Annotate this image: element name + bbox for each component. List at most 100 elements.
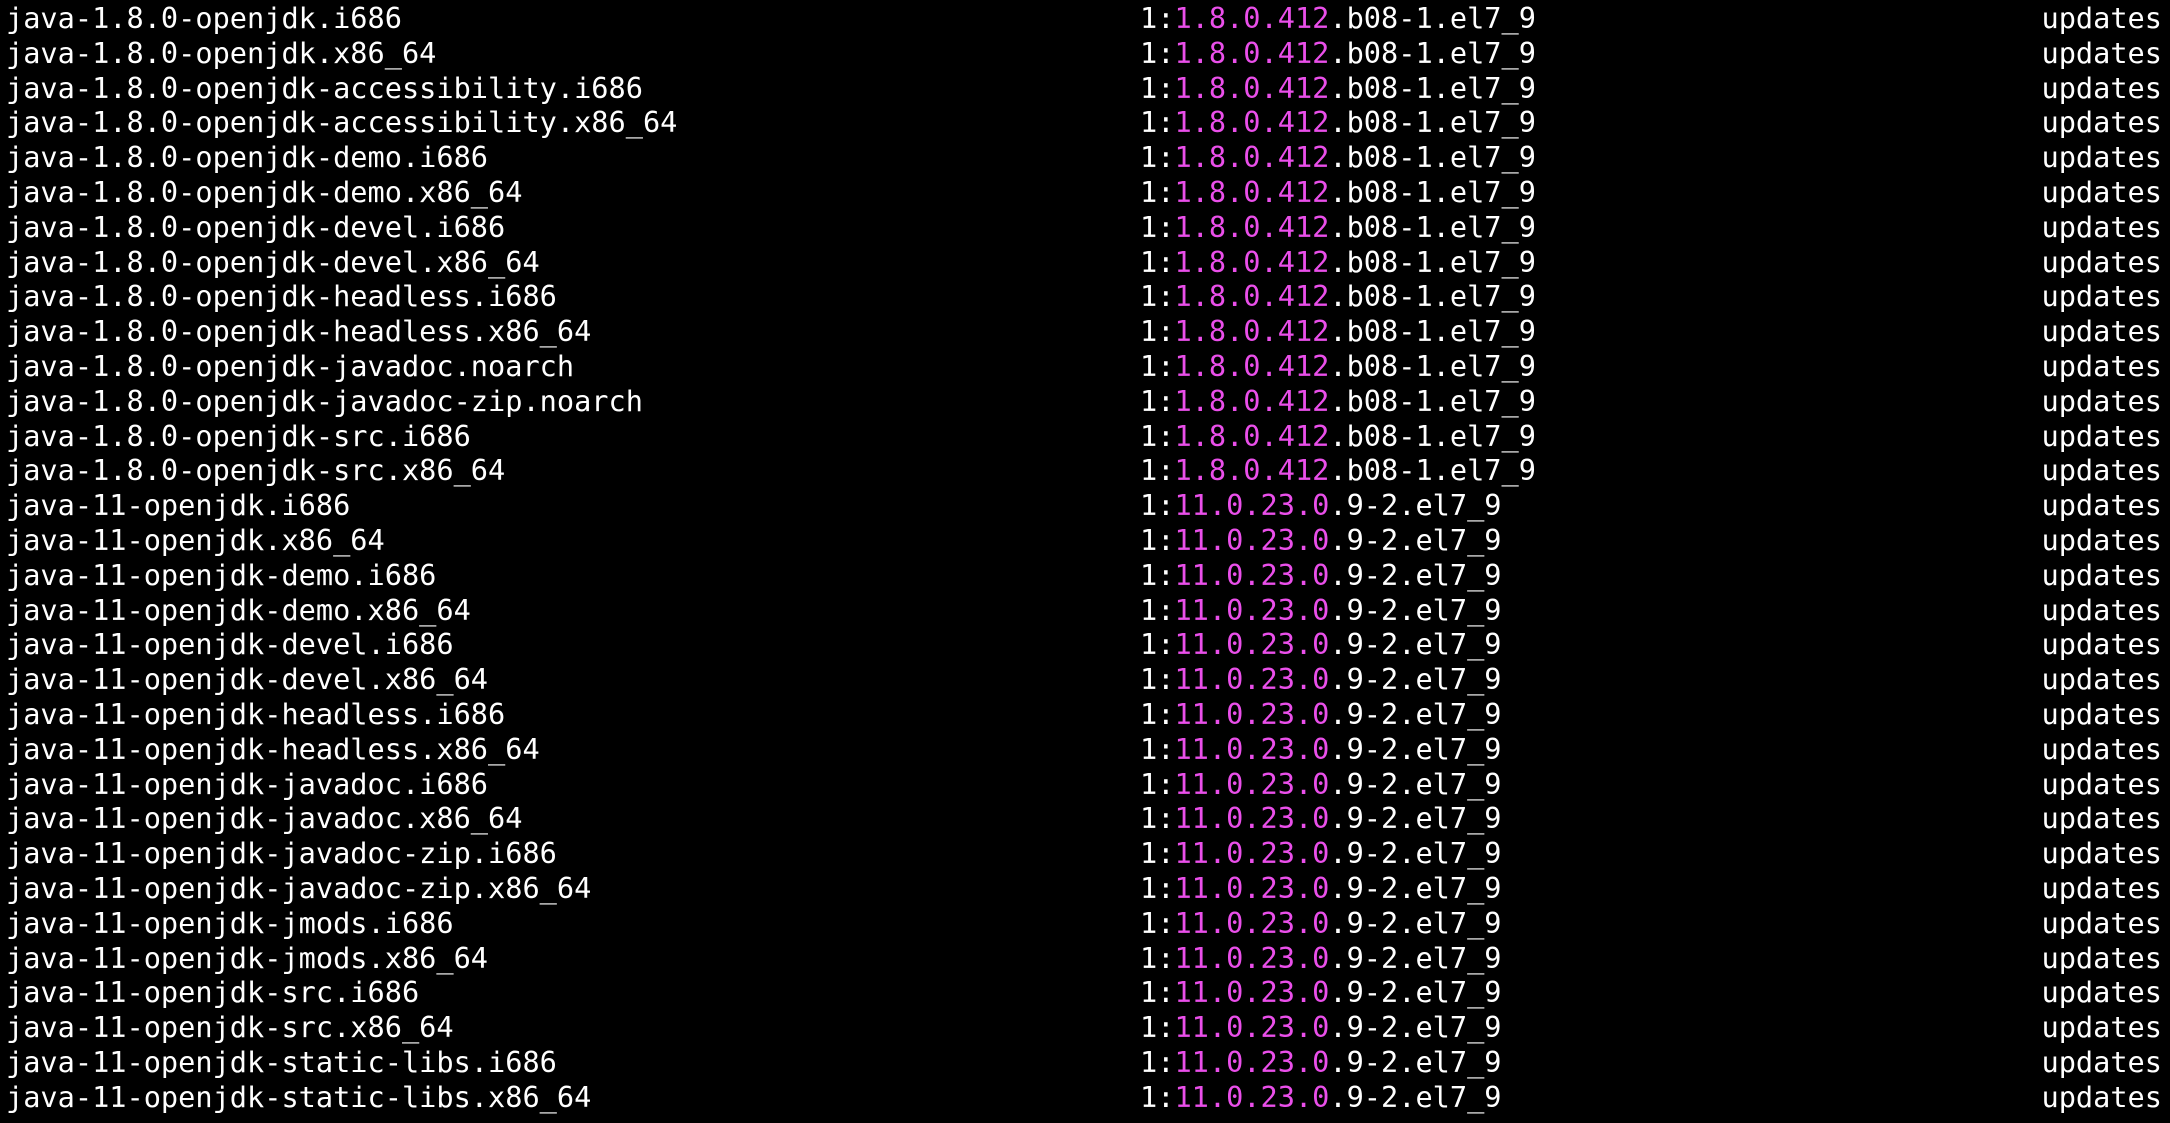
package-repo: updates xyxy=(2041,174,2162,209)
package-version: 1:11.0.23.0.9-2.el7_9 xyxy=(1140,697,1502,732)
version-release: .b08-1.el7_9 xyxy=(1329,174,1536,209)
package-row: java-11-openjdk-src.i686 1:11.0.23.0.9-2.… xyxy=(0,975,2170,1010)
version-epoch: 1: xyxy=(1140,592,1175,627)
package-name: java-11-openjdk-javadoc.i686 xyxy=(6,766,489,801)
package-repo: updates xyxy=(2041,209,2162,244)
package-row: java-1.8.0-openjdk-devel.x86_64 1:1.8.0.4… xyxy=(0,245,2170,280)
terminal-output: java-1.8.0-openjdk.i686 1:1.8.0.412.b08-1… xyxy=(0,0,2170,1123)
package-repo: updates xyxy=(2041,870,2162,905)
package-version: 1:1.8.0.412.b08-1.el7_9 xyxy=(1140,1,1536,36)
version-highlight: 11.0.23.0 xyxy=(1174,870,1330,905)
package-version: 1:11.0.23.0.9-2.el7_9 xyxy=(1140,941,1502,976)
version-release: .b08-1.el7_9 xyxy=(1329,279,1536,314)
version-epoch: 1: xyxy=(1140,70,1175,105)
package-name: java-11-openjdk-static-libs.i686 xyxy=(6,1044,557,1079)
package-name: java-1.8.0-openjdk-javadoc.noarch xyxy=(6,348,575,383)
package-name: java-11-openjdk-javadoc-zip.x86_64 xyxy=(6,870,592,905)
version-release: .9-2.el7_9 xyxy=(1329,522,1502,557)
version-epoch: 1: xyxy=(1140,174,1175,209)
package-row: java-1.8.0-openjdk-demo.i686 1:1.8.0.412.… xyxy=(0,140,2170,175)
package-row: java-11-openjdk-src.x86_64 1:11.0.23.0.9-… xyxy=(0,1010,2170,1045)
package-repo: updates xyxy=(2041,279,2162,314)
version-highlight: 1.8.0.412 xyxy=(1174,383,1330,418)
version-release: .9-2.el7_9 xyxy=(1329,766,1502,801)
package-name: java-11-openjdk-javadoc.x86_64 xyxy=(6,801,523,836)
package-version: 1:11.0.23.0.9-2.el7_9 xyxy=(1140,975,1502,1010)
version-highlight: 11.0.23.0 xyxy=(1174,1079,1330,1114)
version-epoch: 1: xyxy=(1140,870,1175,905)
package-row: java-1.8.0-openjdk-javadoc.noarch 1:1.8.0… xyxy=(0,349,2170,384)
version-highlight: 1.8.0.412 xyxy=(1174,105,1330,140)
package-repo: updates xyxy=(2041,348,2162,383)
package-name: java-11-openjdk-src.x86_64 xyxy=(6,1010,454,1045)
version-release: .9-2.el7_9 xyxy=(1329,1010,1502,1045)
version-highlight: 11.0.23.0 xyxy=(1174,766,1330,801)
package-row: java-11-openjdk.x86_64 1:11.0.23.0.9-2.el… xyxy=(0,523,2170,558)
package-version: 1:11.0.23.0.9-2.el7_9 xyxy=(1140,558,1502,593)
package-name: java-11-openjdk-demo.x86_64 xyxy=(6,592,471,627)
package-repo: updates xyxy=(2041,105,2162,140)
version-release: .b08-1.el7_9 xyxy=(1329,209,1536,244)
version-epoch: 1: xyxy=(1140,209,1175,244)
package-name: java-11-openjdk.x86_64 xyxy=(6,522,385,557)
version-epoch: 1: xyxy=(1140,836,1175,871)
package-version: 1:1.8.0.412.b08-1.el7_9 xyxy=(1140,175,1536,210)
package-row: java-11-openjdk-static-libs.i686 1:11.0.2… xyxy=(0,1045,2170,1080)
package-row: java-1.8.0-openjdk-accessibility.x86_64 1… xyxy=(0,105,2170,140)
package-row: java-11-openjdk-javadoc.x86_64 1:11.0.23.… xyxy=(0,801,2170,836)
version-release: .9-2.el7_9 xyxy=(1329,696,1502,731)
version-release: .b08-1.el7_9 xyxy=(1329,140,1536,175)
package-repo: updates xyxy=(2041,557,2162,592)
package-version: 1:1.8.0.412.b08-1.el7_9 xyxy=(1140,71,1536,106)
version-highlight: 11.0.23.0 xyxy=(1174,522,1330,557)
package-row: java-11-openjdk-javadoc-zip.x86_64 1:11.0… xyxy=(0,871,2170,906)
package-repo: updates xyxy=(2041,766,2162,801)
package-repo: updates xyxy=(2041,592,2162,627)
version-release: .b08-1.el7_9 xyxy=(1329,418,1536,453)
version-epoch: 1: xyxy=(1140,1010,1175,1045)
package-name: java-1.8.0-openjdk-headless.x86_64 xyxy=(6,314,592,349)
package-repo: updates xyxy=(2041,418,2162,453)
package-repo: updates xyxy=(2041,453,2162,488)
package-version: 1:11.0.23.0.9-2.el7_9 xyxy=(1140,871,1502,906)
package-repo: updates xyxy=(2041,488,2162,523)
package-row: java-11-openjdk-javadoc-zip.i686 1:11.0.2… xyxy=(0,836,2170,871)
package-row: java-1.8.0-openjdk-javadoc-zip.noarch 1:1… xyxy=(0,384,2170,419)
version-epoch: 1: xyxy=(1140,453,1175,488)
version-highlight: 1.8.0.412 xyxy=(1174,174,1330,209)
version-release: .9-2.el7_9 xyxy=(1329,836,1502,871)
package-list: java-1.8.0-openjdk.i686 1:1.8.0.412.b08-1… xyxy=(0,1,2170,1115)
package-name: java-1.8.0-openjdk-src.i686 xyxy=(6,418,471,453)
version-epoch: 1: xyxy=(1140,244,1175,279)
version-release: .9-2.el7_9 xyxy=(1329,731,1502,766)
package-name: java-1.8.0-openjdk.i686 xyxy=(6,1,402,35)
package-version: 1:1.8.0.412.b08-1.el7_9 xyxy=(1140,279,1536,314)
package-name: java-11-openjdk-demo.i686 xyxy=(6,557,437,592)
version-highlight: 1.8.0.412 xyxy=(1174,279,1330,314)
package-repo: updates xyxy=(2041,35,2162,70)
package-name: java-1.8.0-openjdk-devel.i686 xyxy=(6,209,506,244)
package-row: java-1.8.0-openjdk-demo.x86_64 1:1.8.0.41… xyxy=(0,175,2170,210)
package-row: java-11-openjdk-jmods.x86_64 1:11.0.23.0.… xyxy=(0,941,2170,976)
version-highlight: 1.8.0.412 xyxy=(1174,244,1330,279)
version-highlight: 1.8.0.412 xyxy=(1174,314,1330,349)
version-highlight: 1.8.0.412 xyxy=(1174,453,1330,488)
version-highlight: 1.8.0.412 xyxy=(1174,70,1330,105)
package-version: 1:11.0.23.0.9-2.el7_9 xyxy=(1140,801,1502,836)
version-release: .b08-1.el7_9 xyxy=(1329,35,1536,70)
package-row: java-11-openjdk-demo.x86_64 1:11.0.23.0.9… xyxy=(0,593,2170,628)
package-name: java-11-openjdk-headless.x86_64 xyxy=(6,731,540,766)
package-repo: updates xyxy=(2041,522,2162,557)
version-epoch: 1: xyxy=(1140,383,1175,418)
package-repo: updates xyxy=(2041,801,2162,836)
package-name: java-1.8.0-openjdk-devel.x86_64 xyxy=(6,244,540,279)
version-highlight: 11.0.23.0 xyxy=(1174,557,1330,592)
package-repo: updates xyxy=(2041,905,2162,940)
version-release: .b08-1.el7_9 xyxy=(1329,1,1536,35)
version-release: .9-2.el7_9 xyxy=(1329,905,1502,940)
package-name: java-1.8.0-openjdk-javadoc-zip.noarch xyxy=(6,383,643,418)
version-highlight: 11.0.23.0 xyxy=(1174,627,1330,662)
version-highlight: 11.0.23.0 xyxy=(1174,592,1330,627)
version-highlight: 11.0.23.0 xyxy=(1174,662,1330,697)
version-highlight: 1.8.0.412 xyxy=(1174,1,1330,35)
